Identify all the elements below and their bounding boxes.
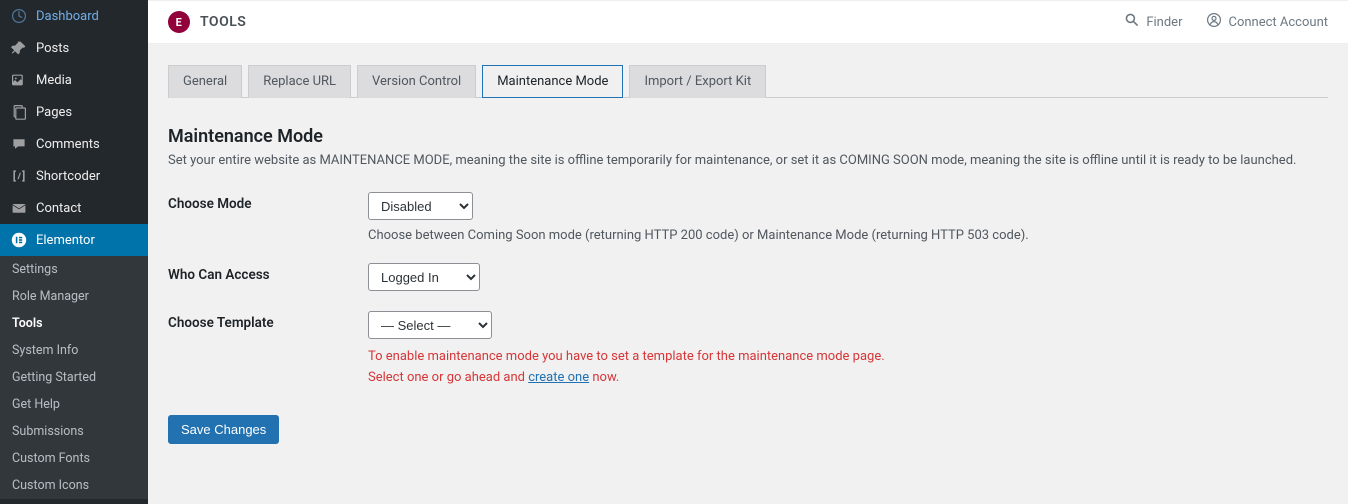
menu-dashboard[interactable]: Dashboard — [0, 0, 148, 32]
submenu-getting-started[interactable]: Getting Started — [0, 364, 148, 391]
comment-icon — [10, 135, 28, 153]
section-desc: Set your entire website as MAINTENANCE M… — [168, 153, 1328, 168]
search-icon — [1124, 12, 1140, 32]
menu-label: Elementor — [36, 233, 95, 248]
label-who-access: Who Can Access — [168, 263, 368, 291]
menu-label: Dashboard — [36, 9, 99, 24]
menu-label: Shortcoder — [36, 169, 100, 184]
submenu-tools[interactable]: Tools — [0, 310, 148, 337]
menu-shortcoder[interactable]: Shortcoder — [0, 160, 148, 192]
template-warning-line1: To enable maintenance mode you have to s… — [368, 347, 1328, 368]
content-area: General Replace URL Version Control Main… — [148, 44, 1348, 464]
main-content: E TOOLS Finder Connect Account General R… — [148, 0, 1348, 504]
label-choose-mode: Choose Mode — [168, 192, 368, 243]
tabs: General Replace URL Version Control Main… — [168, 64, 1328, 98]
menu-posts[interactable]: Posts — [0, 32, 148, 64]
menu-pages[interactable]: Pages — [0, 96, 148, 128]
menu-label: Contact — [36, 201, 81, 216]
mail-icon — [10, 199, 28, 217]
menu-label: Media — [36, 73, 72, 88]
create-one-link[interactable]: create one — [528, 370, 589, 385]
menu-label: Posts — [36, 41, 69, 56]
save-button[interactable]: Save Changes — [168, 415, 279, 444]
menu-media[interactable]: Media — [0, 64, 148, 96]
menu-label: Comments — [36, 137, 100, 152]
submenu-settings[interactable]: Settings — [0, 256, 148, 283]
menu-label: Pages — [36, 105, 72, 120]
submenu: Settings Role Manager Tools System Info … — [0, 256, 148, 499]
media-icon — [10, 71, 28, 89]
menu-comments[interactable]: Comments — [0, 128, 148, 160]
section-title: Maintenance Mode — [168, 126, 1328, 147]
user-circle-icon — [1206, 12, 1222, 32]
tab-maintenance-mode[interactable]: Maintenance Mode — [482, 65, 623, 98]
elementor-icon — [10, 231, 28, 249]
submenu-system-info[interactable]: System Info — [0, 337, 148, 364]
page-title: TOOLS — [200, 14, 246, 30]
shortcode-icon — [10, 167, 28, 185]
dashboard-icon — [10, 7, 28, 25]
submenu-custom-icons[interactable]: Custom Icons — [0, 472, 148, 499]
tab-version-control[interactable]: Version Control — [357, 65, 476, 98]
topbar: E TOOLS Finder Connect Account — [148, 0, 1348, 44]
connect-label: Connect Account — [1228, 15, 1328, 30]
tab-import-export[interactable]: Import / Export Kit — [629, 65, 766, 98]
finder-link[interactable]: Finder — [1124, 12, 1182, 32]
finder-label: Finder — [1146, 15, 1182, 30]
topbar-title: E TOOLS — [168, 11, 246, 33]
submenu-get-help[interactable]: Get Help — [0, 391, 148, 418]
help-mode: Choose between Coming Soon mode (returni… — [368, 228, 1328, 243]
menu-contact[interactable]: Contact — [0, 192, 148, 224]
select-mode[interactable]: Disabled — [368, 192, 473, 220]
pin-icon — [10, 39, 28, 57]
tab-replace-url[interactable]: Replace URL — [248, 65, 351, 98]
sidebar: Dashboard Posts Media Pages Comments Sho… — [0, 0, 148, 504]
label-choose-template: Choose Template — [168, 311, 368, 389]
row-choose-mode: Choose Mode Disabled Choose between Comi… — [168, 178, 1328, 249]
template-warning-line2: Select one or go ahead and create one no… — [368, 368, 1328, 389]
select-access[interactable]: Logged In — [368, 263, 480, 291]
submenu-custom-fonts[interactable]: Custom Fonts — [0, 445, 148, 472]
submenu-role-manager[interactable]: Role Manager — [0, 283, 148, 310]
row-choose-template: Choose Template — Select — To enable mai… — [168, 297, 1328, 395]
template-warning: To enable maintenance mode you have to s… — [368, 347, 1328, 389]
select-template[interactable]: — Select — — [368, 311, 492, 339]
connect-link[interactable]: Connect Account — [1206, 12, 1328, 32]
elementor-logo-icon: E — [168, 11, 190, 33]
tab-general[interactable]: General — [168, 65, 242, 98]
menu-elementor[interactable]: Elementor — [0, 224, 148, 256]
topbar-right: Finder Connect Account — [1124, 12, 1328, 32]
pages-icon — [10, 103, 28, 121]
row-who-access: Who Can Access Logged In — [168, 249, 1328, 297]
submenu-submissions[interactable]: Submissions — [0, 418, 148, 445]
